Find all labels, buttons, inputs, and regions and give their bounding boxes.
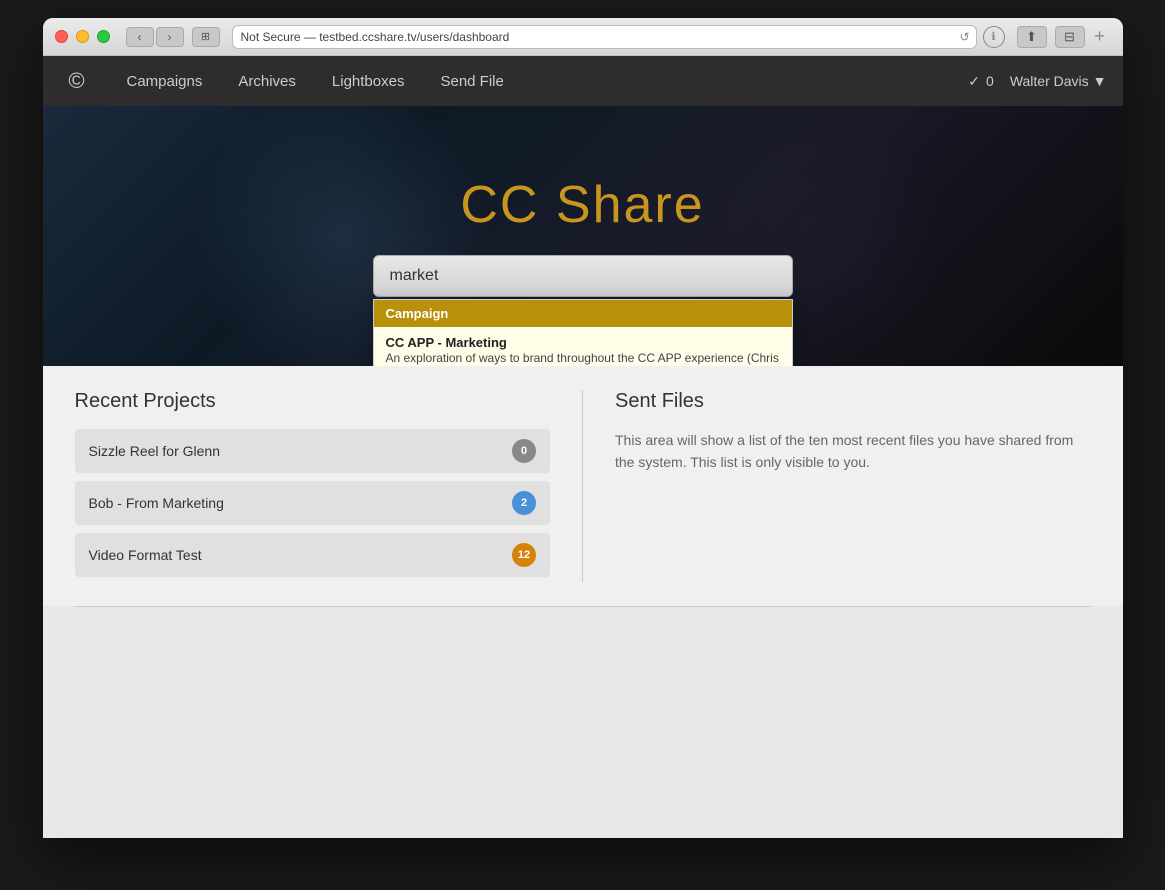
new-tab-button[interactable]: + xyxy=(1089,26,1111,48)
project-item-video[interactable]: Video Format Test 12 xyxy=(75,533,551,577)
project-item-bob[interactable]: Bob - From Marketing 2 xyxy=(75,481,551,525)
user-menu[interactable]: Walter Davis ▼ xyxy=(1010,73,1107,89)
url-text: Not Secure — testbed.ccshare.tv/users/da… xyxy=(241,30,510,44)
main-content: Recent Projects Sizzle Reel for Glenn 0 … xyxy=(43,366,1123,606)
close-button[interactable] xyxy=(55,30,68,43)
title-bar: ‹ › ⊞ Not Secure — testbed.ccshare.tv/us… xyxy=(43,18,1123,56)
search-dropdown: Campaign CC APP - Marketing An explorati… xyxy=(373,299,793,366)
search-container: Campaign CC APP - Marketing An explorati… xyxy=(373,255,793,297)
project-name: Sizzle Reel for Glenn xyxy=(89,443,221,459)
project-badge: 2 xyxy=(512,491,536,515)
hero-section: CC Share Campaign CC APP - Marketing An … xyxy=(43,106,1123,366)
nav-links: Campaigns Archives Lightboxes Send File xyxy=(111,65,969,98)
nav-link-archives[interactable]: Archives xyxy=(222,65,312,98)
project-list: Sizzle Reel for Glenn 0 Bob - From Marke… xyxy=(75,429,551,577)
browser-nav-buttons: ‹ › xyxy=(126,27,184,47)
project-item-sizzle[interactable]: Sizzle Reel for Glenn 0 xyxy=(75,429,551,473)
dropdown-item-sub: An exploration of ways to brand througho… xyxy=(386,351,780,366)
sent-files-title: Sent Files xyxy=(615,390,1091,413)
reading-list-button[interactable]: ⊟ xyxy=(1055,26,1085,48)
reader-view-button[interactable]: ⊞ xyxy=(192,27,220,47)
forward-button[interactable]: › xyxy=(156,27,184,47)
project-badge: 12 xyxy=(512,543,536,567)
bottom-divider xyxy=(75,606,1091,607)
url-bar-container: Not Secure — testbed.ccshare.tv/users/da… xyxy=(232,25,1005,49)
app-window: ‹ › ⊞ Not Secure — testbed.ccshare.tv/us… xyxy=(43,18,1123,838)
dropdown-item-title: CC APP - Marketing xyxy=(386,335,780,350)
recent-projects-title: Recent Projects xyxy=(75,390,551,413)
traffic-lights xyxy=(55,30,110,43)
app-nav: © Campaigns Archives Lightboxes Send Fil… xyxy=(43,56,1123,106)
sent-files-description: This area will show a list of the ten mo… xyxy=(615,429,1091,474)
nav-link-campaigns[interactable]: Campaigns xyxy=(111,65,219,98)
back-button[interactable]: ‹ xyxy=(126,27,154,47)
refresh-icon[interactable]: ↺ xyxy=(959,30,969,44)
task-count[interactable]: ✓ 0 xyxy=(968,73,994,90)
toolbar-right: ⬆ ⊟ xyxy=(1017,26,1085,48)
logo-symbol: © xyxy=(68,68,84,94)
task-count-value: 0 xyxy=(986,73,994,89)
user-name: Walter Davis xyxy=(1010,73,1089,89)
app-logo: © xyxy=(59,63,95,99)
project-name: Video Format Test xyxy=(89,547,202,563)
nav-link-sendfile[interactable]: Send File xyxy=(424,65,519,98)
task-icon: ✓ xyxy=(968,73,980,90)
dropdown-item-cc-app-marketing[interactable]: CC APP - Marketing An exploration of way… xyxy=(374,327,792,366)
info-icon[interactable]: ℹ xyxy=(983,26,1005,48)
share-button[interactable]: ⬆ xyxy=(1017,26,1047,48)
project-badge: 0 xyxy=(512,439,536,463)
hero-title: CC Share xyxy=(460,175,704,235)
url-bar[interactable]: Not Secure — testbed.ccshare.tv/users/da… xyxy=(232,25,977,49)
maximize-button[interactable] xyxy=(97,30,110,43)
project-name: Bob - From Marketing xyxy=(89,495,224,511)
nav-right: ✓ 0 Walter Davis ▼ xyxy=(968,73,1106,90)
recent-projects-section: Recent Projects Sizzle Reel for Glenn 0 … xyxy=(75,390,551,582)
search-input[interactable] xyxy=(373,255,793,297)
user-dropdown-icon: ▼ xyxy=(1093,73,1107,89)
nav-link-lightboxes[interactable]: Lightboxes xyxy=(316,65,421,98)
sent-files-section: Sent Files This area will show a list of… xyxy=(615,390,1091,582)
minimize-button[interactable] xyxy=(76,30,89,43)
vertical-divider xyxy=(582,390,583,582)
dropdown-section-header-campaign: Campaign xyxy=(374,300,792,327)
